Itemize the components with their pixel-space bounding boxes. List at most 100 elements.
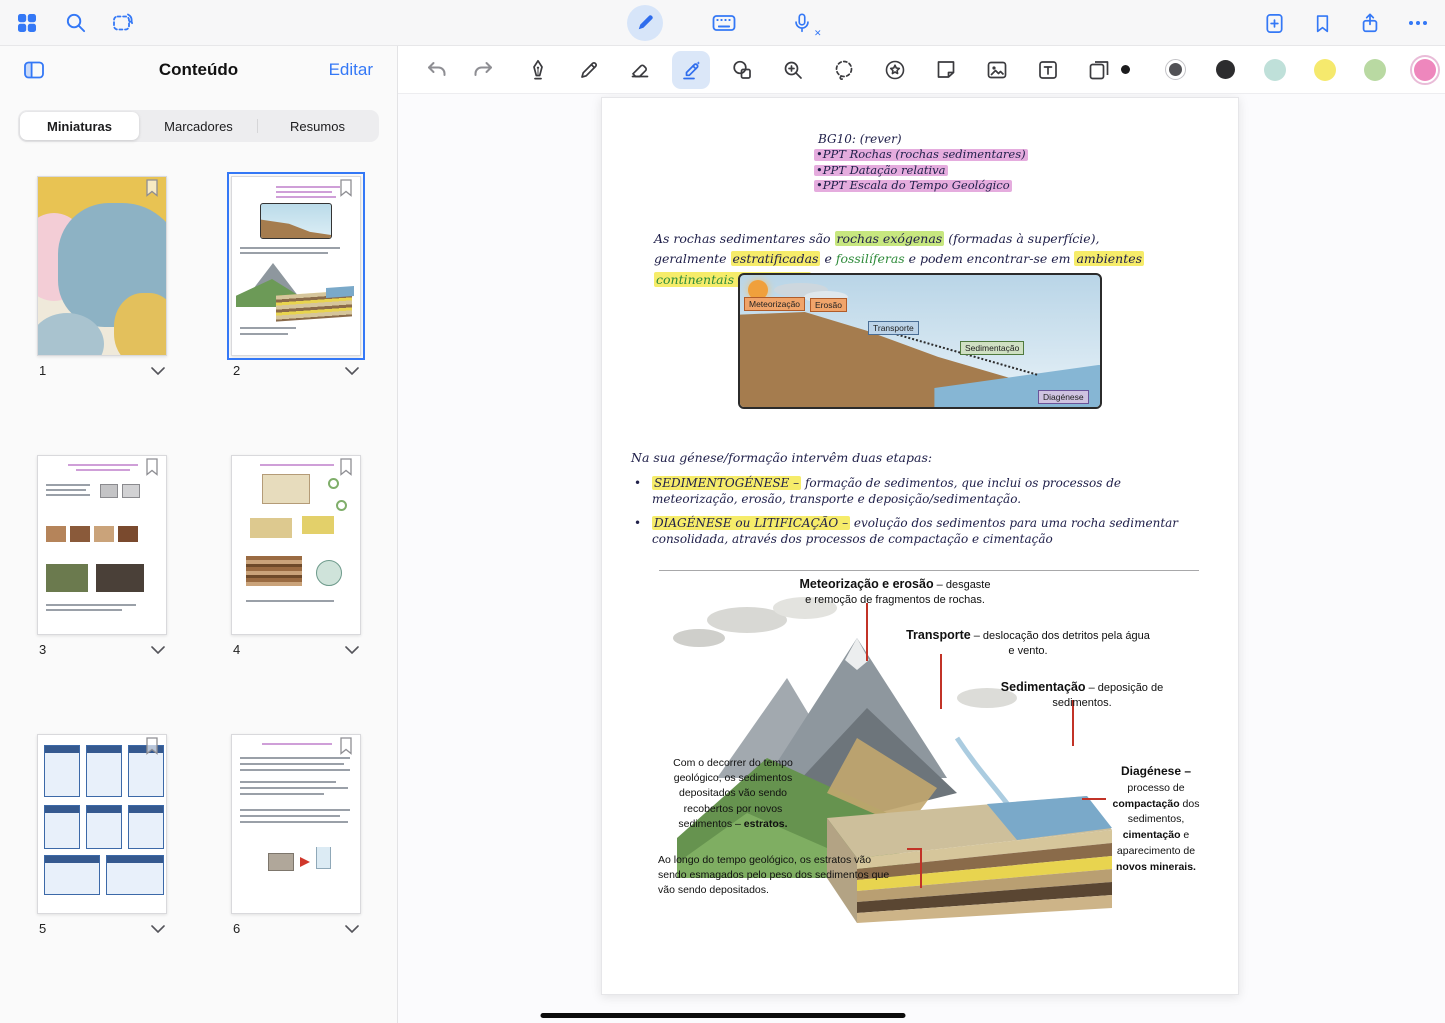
sediment-cycle-figure: Meteorização Erosão Transporte Sedimenta… xyxy=(738,273,1102,409)
thumbnail-preview-3 xyxy=(38,456,166,634)
fig2-label-meteorizacao: Meteorização e erosão – desgaste e remoç… xyxy=(762,576,1028,608)
bookmark-ribbon-icon xyxy=(145,179,159,197)
search-icon[interactable] xyxy=(58,6,92,40)
stroke-size-medium-selected[interactable] xyxy=(1162,57,1188,83)
tab-miniaturas[interactable]: Miniaturas xyxy=(20,112,139,140)
thumbnail-grid: 1 2 xyxy=(37,176,361,944)
fig2-label-transporte: Transporte – deslocação dos detritos pel… xyxy=(902,627,1154,659)
more-icon[interactable] xyxy=(1401,6,1435,40)
drawing-toolbar xyxy=(398,46,1445,94)
lasso-icon[interactable] xyxy=(831,57,857,83)
thumbnail-cell-5: 5 xyxy=(37,734,167,944)
fig2-connector-line xyxy=(940,654,942,709)
sticky-note-icon[interactable] xyxy=(933,57,959,83)
color-swatch-pink-selected[interactable] xyxy=(1412,57,1438,83)
elements-icon[interactable] xyxy=(1086,57,1112,83)
thumbnail-cell-6: 6 xyxy=(231,734,361,944)
tab-marcadores[interactable]: Marcadores xyxy=(139,112,258,140)
thumbnail-cell-2: 2 xyxy=(231,176,361,386)
page-thumbnail-3[interactable] xyxy=(37,455,167,635)
document-canvas[interactable]: BG10: (rever) •PPT Rochas (rochas sedime… xyxy=(398,94,1445,1023)
zoom-tool-icon[interactable] xyxy=(780,57,806,83)
page-thumbnail-2[interactable] xyxy=(231,176,361,356)
pen-icon[interactable] xyxy=(525,57,551,83)
stroke-size-large[interactable] xyxy=(1212,57,1238,83)
image-icon[interactable] xyxy=(984,57,1010,83)
sidebar-tabs: Miniaturas Marcadores Resumos xyxy=(18,110,379,142)
note-bg10: BG10: (rever) xyxy=(818,132,902,146)
chevron-down-icon[interactable] xyxy=(151,367,165,375)
edit-button[interactable]: Editar xyxy=(329,60,373,80)
redo-icon[interactable] xyxy=(470,57,496,83)
highlighter-icon[interactable] xyxy=(672,51,710,89)
tab-resumos[interactable]: Resumos xyxy=(258,112,377,140)
add-page-icon[interactable] xyxy=(1257,6,1291,40)
chevron-down-icon[interactable] xyxy=(151,925,165,933)
color-swatch-yellow[interactable] xyxy=(1312,57,1338,83)
undo-icon[interactable] xyxy=(424,57,450,83)
eraser-icon[interactable] xyxy=(627,57,653,83)
document-page[interactable]: BG10: (rever) •PPT Rochas (rochas sedime… xyxy=(601,97,1239,995)
pencil-icon[interactable] xyxy=(576,57,602,83)
fig2-estratos-note: Com o decorrer do tempo geológico, os se… xyxy=(658,756,808,832)
fig1-label-transporte: Transporte xyxy=(868,321,919,335)
page-thumbnail-5[interactable] xyxy=(37,734,167,914)
pen-edit-icon[interactable] xyxy=(627,5,663,41)
fig1-label-erosao: Erosão xyxy=(810,298,847,312)
ppt-item: •PPT Rochas (rochas sedimentares) xyxy=(814,149,1028,161)
screenshot-lasso-icon[interactable] xyxy=(106,6,140,40)
mic-off-icon[interactable]: ✕ xyxy=(785,6,819,40)
color-swatch-green[interactable] xyxy=(1362,57,1388,83)
thumbnail-cell-4: 4 xyxy=(231,455,361,665)
mic-disabled-badge: ✕ xyxy=(814,29,822,38)
thumbnail-preview-6 xyxy=(232,735,360,913)
fig1-label-meteorizacao: Meteorização xyxy=(744,297,805,311)
chevron-down-icon[interactable] xyxy=(345,367,359,375)
page-number: 1 xyxy=(39,363,46,378)
keyboard-icon[interactable] xyxy=(707,6,741,40)
share-icon[interactable] xyxy=(1353,6,1387,40)
thumbnail-cell-3: 3 xyxy=(37,455,167,665)
page-number: 3 xyxy=(39,642,46,657)
stroke-and-color-palette xyxy=(1112,57,1438,83)
ppt-list: •PPT Rochas (rochas sedimentares) •PPT D… xyxy=(814,149,1028,196)
fig1-label-sedimentacao: Sedimentação xyxy=(960,341,1024,355)
color-swatch-teal[interactable] xyxy=(1262,57,1288,83)
fig1-label-diagenese: Diagénese xyxy=(1038,390,1089,404)
fig2-label-sedimentacao: Sedimentação – deposição de sedimentos. xyxy=(982,679,1182,711)
stickers-icon[interactable] xyxy=(882,57,908,83)
sidebar: Conteúdo Editar Miniaturas Marcadores Re… xyxy=(0,46,398,1023)
etapas-line: Na sua génese/formação intervêm duas eta… xyxy=(631,450,932,465)
bookmark-ribbon-icon xyxy=(339,458,353,476)
fig2-esmagados-note: Ao longo do tempo geológico, os estratos… xyxy=(658,853,898,899)
fig2-connector-line xyxy=(1082,798,1106,800)
sidebar-header: Conteúdo Editar xyxy=(0,46,397,94)
fig2-connector-line xyxy=(920,848,922,888)
thumbnail-preview-4 xyxy=(232,456,360,634)
page-number: 5 xyxy=(39,921,46,936)
chevron-down-icon[interactable] xyxy=(345,646,359,654)
ppt-item: •PPT Escala do Tempo Geológico xyxy=(814,180,1012,192)
chevron-down-icon[interactable] xyxy=(151,646,165,654)
text-icon[interactable] xyxy=(1035,57,1061,83)
thumbnail-preview-5 xyxy=(38,735,166,913)
bullet-sedimentogenese: SEDIMENTOGÉNESE – formação de sedimentos… xyxy=(632,476,1198,507)
shapes-icon[interactable] xyxy=(729,57,755,83)
bookmark-icon[interactable] xyxy=(1305,6,1339,40)
fig2-connector-line xyxy=(866,603,868,661)
page-thumbnail-6[interactable] xyxy=(231,734,361,914)
apps-grid-icon[interactable] xyxy=(10,6,44,40)
etapas-bullets: SEDIMENTOGÉNESE – formação de sedimentos… xyxy=(632,476,1198,556)
bookmark-ribbon-icon xyxy=(339,737,353,755)
page-thumbnail-1[interactable] xyxy=(37,176,167,356)
bookmark-ribbon-icon xyxy=(145,458,159,476)
thumbnail-preview-1 xyxy=(38,177,166,355)
page-thumbnail-4[interactable] xyxy=(231,455,361,635)
bookmark-ribbon-icon xyxy=(339,179,353,197)
thumbnail-cell-1: 1 xyxy=(37,176,167,386)
bullet-diagenese: DIAGÉNESE ou LITIFICAÇÃO – evolução dos … xyxy=(632,516,1198,547)
home-indicator[interactable] xyxy=(540,1013,905,1018)
thumbnail-preview-2 xyxy=(232,177,360,355)
chevron-down-icon[interactable] xyxy=(345,925,359,933)
stroke-size-small[interactable] xyxy=(1112,57,1138,83)
